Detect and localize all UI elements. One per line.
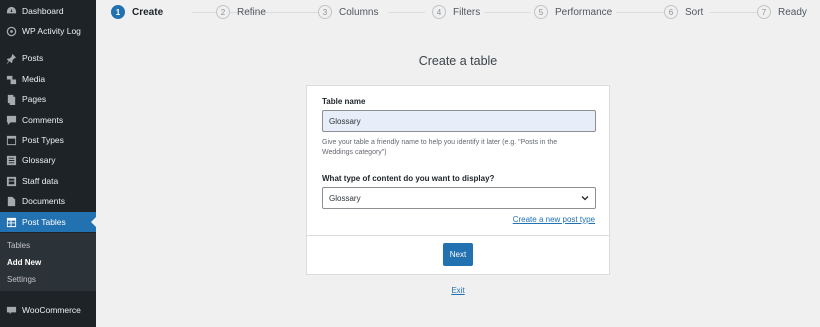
sidebar-item-documents[interactable]: Documents (0, 191, 96, 211)
create-table-card: Table name Give your table a friendly na… (306, 85, 610, 275)
step-connector (484, 12, 530, 13)
step-connector (388, 12, 425, 13)
sidebar-item-label: Glossary (22, 155, 56, 165)
sidebar-item-post-types[interactable]: Post Types (0, 130, 96, 150)
sidebar-item-label: Post Types (22, 135, 64, 145)
glossary-icon (5, 154, 17, 166)
step-sort[interactable]: 6 Sort (664, 4, 703, 20)
step-connector (710, 12, 757, 13)
submenu-item-settings[interactable]: Settings (7, 275, 36, 284)
staff-icon (5, 175, 17, 187)
step-connector (616, 12, 664, 13)
comment-icon (5, 114, 17, 126)
card-divider (307, 235, 609, 236)
table-name-help: Give your table a friendly name to help … (322, 139, 558, 156)
sidebar-item-glossary[interactable]: Glossary (0, 150, 96, 170)
sidebar-item-label: Pages (22, 94, 47, 104)
sidebar-item-woocommerce[interactable]: WooCommerce (0, 300, 96, 320)
table-name-input[interactable] (322, 110, 596, 132)
step-label: Columns (339, 6, 379, 18)
step-number: 6 (664, 5, 678, 19)
step-number: 7 (757, 5, 771, 19)
step-label: Performance (555, 6, 613, 18)
step-refine[interactable]: 2 Refine (216, 4, 266, 20)
page-title: Create a table (418, 54, 498, 68)
post-types-icon (5, 134, 17, 146)
content-type-select[interactable]: Glossary (322, 187, 596, 209)
dashboard-icon (5, 5, 17, 17)
pages-icon (5, 93, 17, 105)
activity-log-icon (5, 25, 17, 37)
sidebar-item-label: Post Tables (22, 217, 66, 227)
chevron-down-icon (581, 196, 589, 201)
sidebar-item-wp-activity-log[interactable]: WP Activity Log (0, 21, 96, 41)
sidebar-item-label: Dashboard (22, 6, 64, 16)
step-performance[interactable]: 5 Performance (534, 4, 612, 20)
step-label: Create (132, 6, 164, 18)
sidebar-item-label: WooCommerce (22, 305, 81, 315)
sidebar-item-media[interactable]: Media (0, 69, 96, 89)
sidebar-item-comments[interactable]: Comments (0, 110, 96, 130)
post-tables-submenu: Tables Add New Settings (0, 233, 96, 291)
sidebar-item-staff-data[interactable]: Staff data (0, 171, 96, 191)
step-label: Filters (453, 6, 481, 18)
table-icon (5, 216, 17, 228)
content-type-value: Glossary (329, 193, 361, 203)
step-number: 5 (534, 5, 548, 19)
wizard-stepper: 1 Create 2 Refine 3 Columns 4 Filters 5 … (96, 0, 820, 24)
sidebar-item-label: WP Activity Log (22, 26, 81, 36)
documents-icon (5, 195, 17, 207)
step-number: 3 (318, 5, 332, 19)
admin-sidebar: Dashboard WP Activity Log Posts Media Pa… (0, 0, 96, 327)
sidebar-item-pages[interactable]: Pages (0, 89, 96, 109)
sidebar-item-label: Documents (22, 196, 65, 206)
step-label: Ready (778, 6, 807, 18)
content-type-label: What type of content do you want to disp… (322, 174, 495, 183)
submenu-item-add-new[interactable]: Add New (7, 258, 41, 267)
create-post-type-link[interactable]: Create a new post type (513, 215, 595, 224)
woocommerce-icon (5, 304, 17, 316)
step-number: 2 (216, 5, 230, 19)
next-button[interactable]: Next (443, 243, 473, 266)
sidebar-item-dashboard[interactable]: Dashboard (0, 1, 96, 21)
step-label: Sort (685, 6, 704, 18)
step-filters[interactable]: 4 Filters (432, 4, 480, 20)
sidebar-item-label: Comments (22, 115, 64, 125)
exit-link[interactable]: Exit (448, 286, 468, 295)
step-ready[interactable]: 7 Ready (757, 4, 807, 20)
sidebar-item-label: Media (22, 74, 46, 84)
active-indicator (91, 217, 96, 227)
step-number: 4 (432, 5, 446, 19)
step-label: Refine (237, 6, 266, 18)
step-connector (272, 12, 318, 13)
submenu-item-tables[interactable]: Tables (7, 241, 30, 250)
sidebar-item-label: Staff data (22, 176, 59, 186)
media-icon (5, 73, 17, 85)
table-name-label: Table name (322, 97, 366, 106)
step-columns[interactable]: 3 Columns (318, 4, 378, 20)
step-create[interactable]: 1 Create (111, 4, 163, 20)
sidebar-item-post-tables[interactable]: Post Tables (0, 212, 96, 232)
step-number: 1 (111, 5, 125, 19)
